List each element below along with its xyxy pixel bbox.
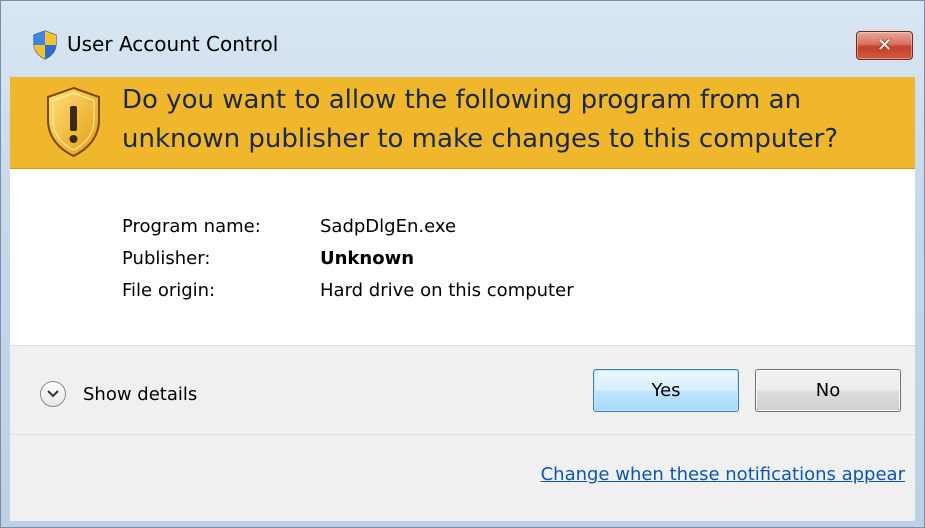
uac-shield-icon [33,30,57,60]
info-label: File origin: [122,280,216,301]
info-label: Program name: [122,216,261,237]
close-button[interactable]: ✕ [856,31,913,60]
shield-warning-icon [47,86,100,158]
info-value: Unknown [320,248,415,269]
chevron-down-icon[interactable] [40,381,66,407]
banner-message: Do you want to allow the following progr… [122,85,839,154]
notification-settings-link[interactable]: Change when these notifications appear [541,464,905,485]
warning-banner: Do you want to allow the following progr… [10,77,915,169]
chevron-down-glyph [47,390,59,398]
uac-dialog-window: User Account Control ✕ Do you want to al… [0,0,925,528]
show-details-toggle[interactable]: Show details [40,378,197,410]
yes-button[interactable]: Yes [593,369,739,412]
dialog-footer: Show details Yes No Change when these no… [10,345,915,521]
close-icon: ✕ [876,34,893,56]
info-value: SadpDlgEn.exe [320,216,457,237]
footer-divider [10,434,915,435]
show-details-label: Show details [83,383,198,405]
title-bar[interactable]: User Account Control ✕ [1,1,924,77]
info-label: Publisher: [122,248,211,269]
window-title: User Account Control [67,32,279,56]
dialog-content: Do you want to allow the following progr… [10,77,915,521]
info-value: Hard drive on this computer [320,280,574,301]
no-button[interactable]: No [755,369,901,412]
